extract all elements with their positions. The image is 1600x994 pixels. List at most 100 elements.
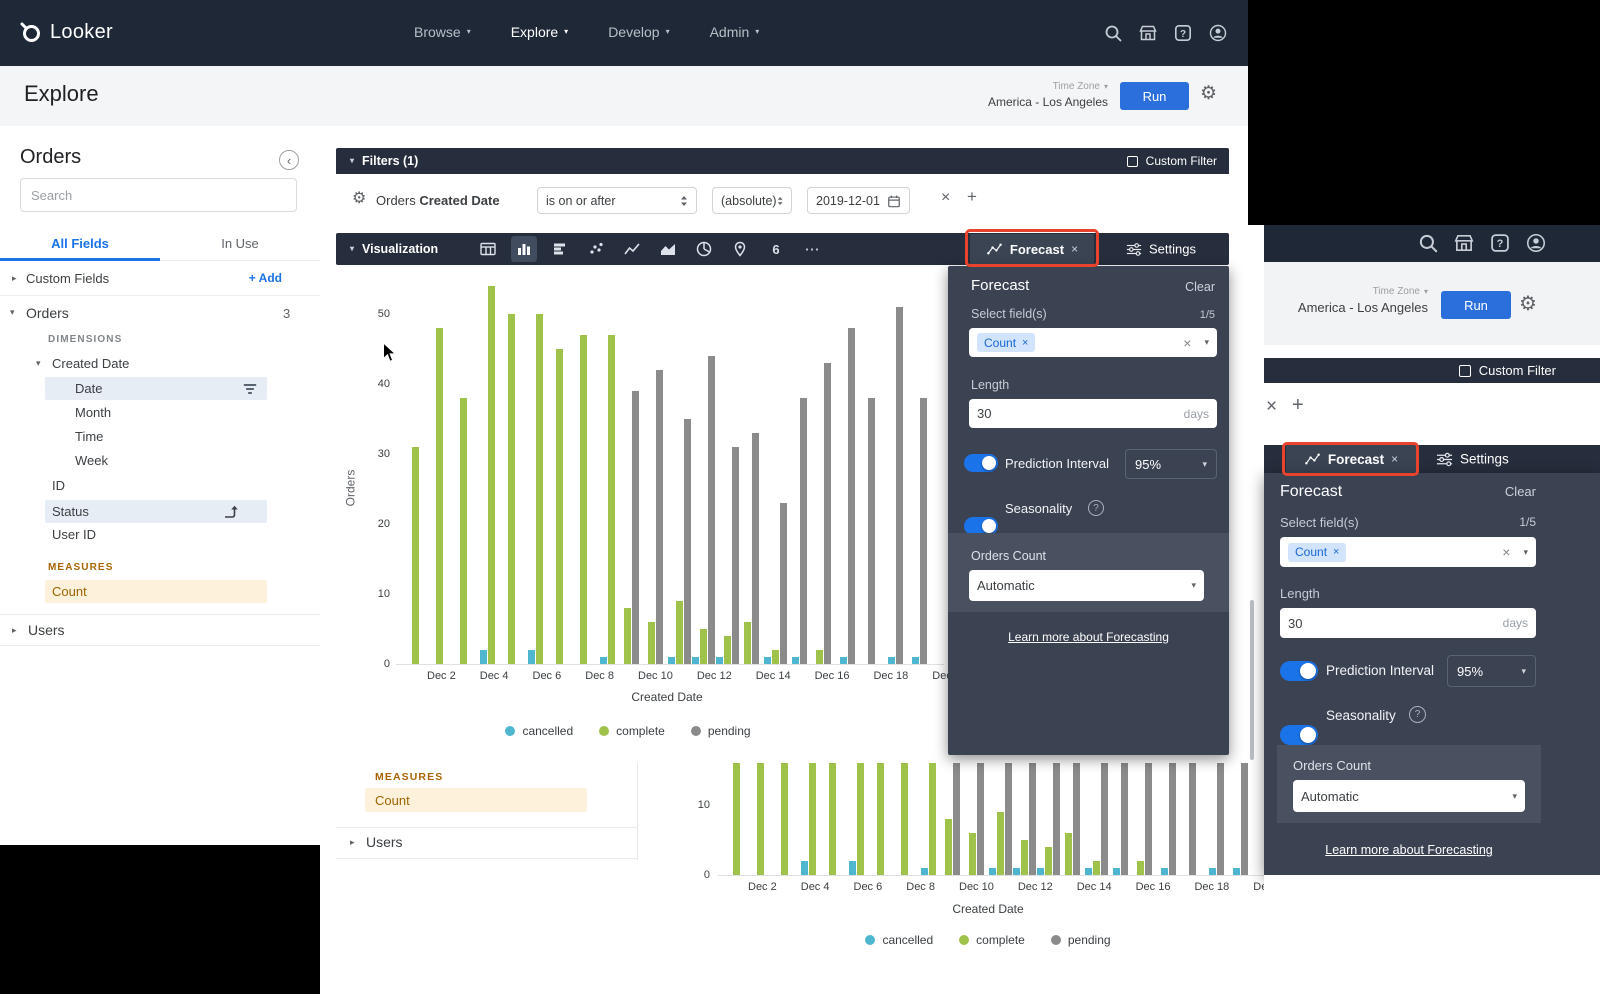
nav-item-develop[interactable]: Develop▾: [608, 24, 669, 40]
bar-pending[interactable]: [656, 370, 663, 664]
legend-item[interactable]: pending: [691, 724, 751, 738]
bar-complete[interactable]: [816, 650, 823, 664]
close-icon[interactable]: ×: [1333, 546, 1339, 558]
viz-table-icon[interactable]: [475, 236, 501, 262]
timezone-selector[interactable]: Time Zone ▾ America - Los Angeles: [1298, 286, 1428, 315]
bar-complete[interactable]: [1093, 861, 1100, 875]
custom-filter-checkbox[interactable]: [1127, 156, 1138, 167]
bar-complete[interactable]: [460, 398, 467, 664]
bar-pending[interactable]: [732, 447, 739, 664]
bar-complete[interactable]: [929, 763, 936, 875]
remove-filter-button[interactable]: ×: [1266, 396, 1277, 418]
viz-column-icon[interactable]: [511, 236, 537, 262]
search-icon[interactable]: [1103, 23, 1123, 43]
chevron-down-icon[interactable]: ▾: [1204, 338, 1209, 347]
bar-cancelled[interactable]: [849, 861, 856, 875]
forecast-tab[interactable]: Forecast ×: [970, 234, 1094, 264]
gear-icon[interactable]: ⚙: [1200, 82, 1217, 105]
bar-cancelled[interactable]: [692, 657, 699, 664]
bar-complete[interactable]: [536, 314, 543, 664]
field-row-date[interactable]: Date: [45, 377, 267, 400]
nav-item-explore[interactable]: Explore▾: [511, 24, 568, 40]
add-custom-field-button[interactable]: + Add: [249, 271, 282, 285]
legend-item[interactable]: complete: [599, 724, 665, 738]
bar-cancelled[interactable]: [1209, 868, 1216, 875]
forecast-clear-button[interactable]: Clear: [1505, 484, 1536, 499]
bar-cancelled[interactable]: [600, 657, 607, 664]
bar-complete[interactable]: [608, 335, 615, 664]
bar-complete[interactable]: [744, 622, 751, 664]
bar-cancelled[interactable]: [1037, 868, 1044, 875]
custom-fields-row[interactable]: ▸ Custom Fields + Add: [0, 261, 320, 296]
bar-complete[interactable]: [1021, 840, 1028, 875]
viz-pie-icon[interactable]: [691, 236, 717, 262]
pivot-icon[interactable]: [223, 504, 239, 519]
bar-complete[interactable]: [624, 608, 631, 664]
bar-pending[interactable]: [848, 328, 855, 664]
bar-cancelled[interactable]: [528, 650, 535, 664]
bar-pending[interactable]: [868, 398, 875, 664]
help-icon[interactable]: ?: [1489, 232, 1511, 254]
bar-complete[interactable]: [488, 286, 495, 664]
run-button[interactable]: Run: [1441, 291, 1511, 319]
close-icon[interactable]: ×: [1391, 452, 1398, 466]
bar-pending[interactable]: [824, 363, 831, 664]
search-icon[interactable]: [1417, 232, 1439, 254]
bar-complete[interactable]: [700, 629, 707, 664]
bar-cancelled[interactable]: [989, 868, 996, 875]
bar-complete[interactable]: [857, 763, 864, 875]
bar-complete[interactable]: [724, 636, 731, 664]
tab-all-fields[interactable]: All Fields: [0, 228, 160, 251]
bar-pending[interactable]: [1121, 763, 1128, 875]
prediction-interval-select[interactable]: 95% ▾: [1125, 449, 1217, 479]
bar-cancelled[interactable]: [668, 657, 675, 664]
filters-bar-title[interactable]: ▾ Filters (1): [350, 154, 418, 168]
legend-item[interactable]: pending: [1051, 933, 1111, 947]
bar-complete[interactable]: [757, 763, 764, 875]
orders-count-select[interactable]: Automatic ▾: [969, 570, 1204, 601]
custom-filter-toggle[interactable]: Custom Filter: [1127, 154, 1217, 168]
bar-pending[interactable]: [1217, 763, 1224, 875]
filter-icon[interactable]: [243, 382, 257, 396]
forecast-clear-button[interactable]: Clear: [1185, 280, 1215, 294]
add-filter-button[interactable]: +: [1292, 394, 1304, 417]
bar-cancelled[interactable]: [792, 657, 799, 664]
clear-field-icon[interactable]: ×: [1183, 335, 1191, 351]
length-input[interactable]: 30 days: [969, 399, 1217, 428]
viz-line-icon[interactable]: [619, 236, 645, 262]
bar-pending[interactable]: [920, 398, 927, 664]
bar-complete[interactable]: [809, 763, 816, 875]
bar-complete[interactable]: [556, 349, 563, 664]
bar-complete[interactable]: [1137, 861, 1144, 875]
bar-pending[interactable]: [1169, 763, 1176, 875]
run-button[interactable]: Run: [1120, 82, 1189, 110]
seasonality-help-icon[interactable]: ?: [1409, 706, 1426, 723]
prediction-interval-toggle[interactable]: [964, 454, 998, 472]
bar-complete[interactable]: [781, 763, 788, 875]
tab-in-use[interactable]: In Use: [160, 228, 320, 251]
viz-more-icon[interactable]: ⋯: [799, 236, 825, 262]
bar-cancelled[interactable]: [1085, 868, 1092, 875]
close-icon[interactable]: ×: [1071, 242, 1078, 256]
bar-pending[interactable]: [1073, 763, 1080, 875]
bar-complete[interactable]: [877, 763, 884, 875]
bar-cancelled[interactable]: [480, 650, 487, 664]
nav-item-browse[interactable]: Browse▾: [414, 24, 471, 40]
filter-mode-select[interactable]: (absolute): [712, 187, 792, 214]
legend-item[interactable]: cancelled: [505, 724, 573, 738]
bar-pending[interactable]: [752, 433, 759, 664]
bar-complete[interactable]: [676, 601, 683, 664]
length-input[interactable]: 30 days: [1280, 608, 1536, 638]
bar-complete[interactable]: [829, 763, 836, 875]
gear-icon[interactable]: ⚙: [352, 188, 366, 208]
bar-cancelled[interactable]: [1161, 868, 1168, 875]
bar-cancelled[interactable]: [1233, 868, 1240, 875]
users-group-label[interactable]: Users: [366, 834, 403, 850]
bar-pending[interactable]: [977, 763, 984, 875]
timezone-selector[interactable]: Time Zone ▾ America - Los Angeles: [988, 81, 1108, 109]
users-group-row[interactable]: ▸ Users: [0, 615, 320, 646]
learn-more-link[interactable]: Learn more about Forecasting: [1008, 630, 1169, 644]
bar-cancelled[interactable]: [801, 861, 808, 875]
bar-pending[interactable]: [708, 356, 715, 664]
looker-brand[interactable]: Looker: [18, 20, 113, 44]
